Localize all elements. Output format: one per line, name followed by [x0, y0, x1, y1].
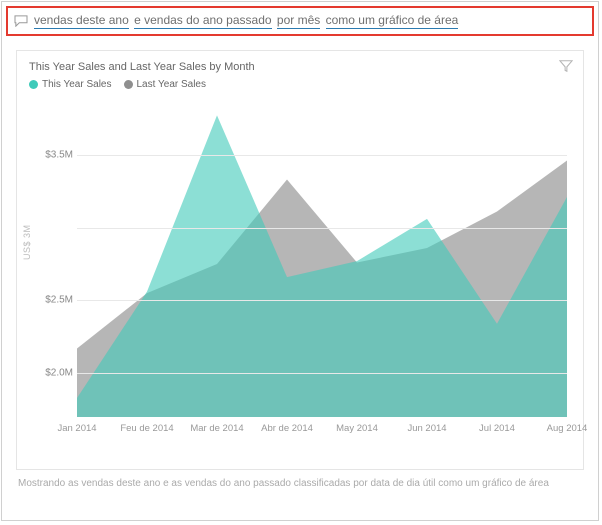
qa-seg-3: como um gráfico de área: [326, 13, 459, 29]
legend-this-year: This Year Sales: [29, 79, 112, 90]
y-tick-label: $2.0M: [33, 368, 73, 379]
grid-line: [77, 300, 567, 301]
y-tick-label: $2.5M: [33, 295, 73, 306]
y-axis-title: US$ 3M: [22, 224, 32, 260]
qa-seg-2: por mês: [277, 13, 320, 29]
legend-last-year: Last Year Sales: [124, 79, 207, 90]
legend-label-last: Last Year Sales: [137, 79, 207, 90]
x-tick-label: Jul 2014: [479, 423, 515, 434]
chart-legend: This Year Sales Last Year Sales: [29, 79, 571, 90]
grid-line: [77, 373, 567, 374]
qa-seg-1: e vendas do ano passado: [134, 13, 271, 29]
grid-line: [77, 228, 567, 229]
y-tick-label: $3.5M: [33, 149, 73, 160]
app-frame: vendas deste ano e vendas do ano passado…: [1, 1, 599, 521]
chart-visual[interactable]: This Year Sales and Last Year Sales by M…: [16, 50, 584, 470]
grid-line: [77, 155, 567, 156]
comment-icon: [14, 15, 28, 27]
chart-title: This Year Sales and Last Year Sales by M…: [29, 61, 571, 73]
area-svg: [77, 111, 567, 417]
plot-area: $2.0M$2.5M$3.5M: [77, 111, 567, 417]
x-tick-label: Jun 2014: [407, 423, 446, 434]
x-tick-label: May 2014: [336, 423, 378, 434]
legend-dot-last: [124, 80, 133, 89]
restatement-footer: Mostrando as vendas deste ano e as venda…: [2, 474, 598, 489]
qa-input-bar[interactable]: vendas deste ano e vendas do ano passado…: [6, 6, 594, 36]
x-tick-label: Jan 2014: [57, 423, 96, 434]
x-tick-label: Abr de 2014: [261, 423, 313, 434]
x-tick-label: Feu de 2014: [120, 423, 173, 434]
x-tick-label: Mar de 2014: [190, 423, 243, 434]
legend-label-this: This Year Sales: [42, 79, 112, 90]
qa-query-text: vendas deste ano e vendas do ano passado…: [34, 13, 460, 29]
x-axis-labels: Jan 2014Feu de 2014Mar de 2014Abr de 201…: [77, 423, 567, 437]
qa-seg-0: vendas deste ano: [34, 13, 129, 29]
filter-icon[interactable]: [559, 59, 573, 73]
x-tick-label: Aug 2014: [547, 423, 588, 434]
legend-dot-this: [29, 80, 38, 89]
